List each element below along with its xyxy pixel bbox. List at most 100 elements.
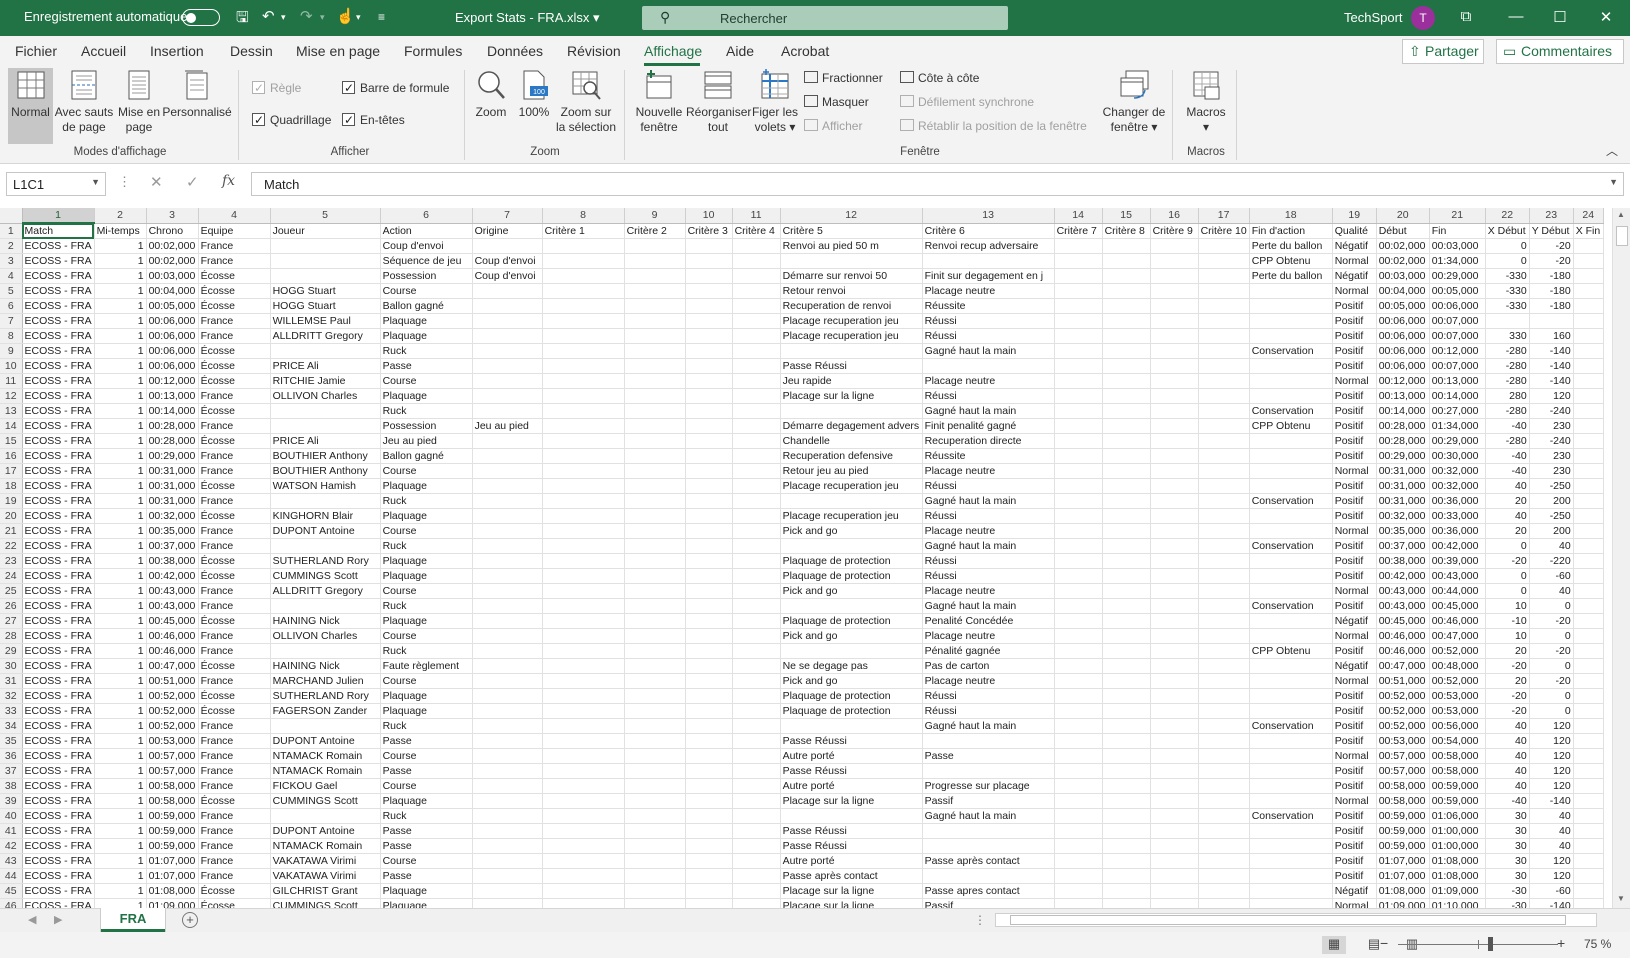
cell[interactable]: 00:31,000 (1376, 478, 1430, 494)
cell[interactable]: 01:07,000 (1376, 868, 1430, 884)
cell[interactable] (1573, 778, 1604, 794)
cell[interactable]: 00:51,000 (1376, 673, 1430, 689)
cell[interactable] (1054, 748, 1103, 764)
cell[interactable]: 01:07,000 (146, 868, 199, 884)
cell[interactable]: -40 (1485, 418, 1530, 434)
cell[interactable] (1102, 253, 1151, 269)
cell[interactable] (1573, 703, 1604, 719)
cell[interactable]: NTAMACK Romain (270, 748, 381, 764)
name-box-dropdown-icon[interactable]: ▼ (91, 177, 100, 187)
cell[interactable]: 00:58,000 (1429, 748, 1486, 764)
formula-bar-checkbox[interactable]: Barre de formule (342, 79, 449, 97)
cell[interactable]: CPP Obtenu (1249, 643, 1333, 659)
cell[interactable] (732, 583, 781, 599)
cell[interactable] (624, 238, 686, 254)
tab-acrobat[interactable]: Acrobat (781, 43, 829, 59)
cell[interactable]: Plaquage de protection (780, 553, 923, 569)
cell[interactable] (1150, 883, 1199, 899)
cell[interactable]: France (198, 643, 271, 659)
cell[interactable]: Conservation (1249, 718, 1333, 734)
cell[interactable] (1150, 373, 1199, 389)
file-name[interactable]: Export Stats - FRA.xlsx ▾ (455, 10, 600, 26)
cell[interactable] (685, 643, 733, 659)
cell[interactable] (624, 388, 686, 404)
cell[interactable]: Ne se degage pas (780, 658, 923, 674)
cell[interactable]: Normal (1332, 253, 1377, 269)
cell[interactable]: Gagné haut la main (922, 493, 1055, 509)
cell[interactable] (1573, 898, 1604, 908)
unhide-window-button[interactable]: Afficher (804, 117, 862, 135)
cell[interactable]: 00:52,000 (146, 703, 199, 719)
cell[interactable]: 200 (1529, 523, 1574, 539)
cell[interactable] (472, 868, 543, 884)
cell[interactable]: Placage neutre (922, 583, 1055, 599)
cell[interactable] (732, 748, 781, 764)
cell[interactable] (1102, 508, 1151, 524)
cell[interactable] (1249, 463, 1333, 479)
cell[interactable] (685, 808, 733, 824)
cell[interactable] (1573, 853, 1604, 869)
cell[interactable] (624, 283, 686, 299)
cell[interactable] (624, 808, 686, 824)
cell[interactable] (472, 733, 543, 749)
cell[interactable] (542, 343, 625, 359)
cell[interactable]: 00:58,000 (1376, 793, 1430, 809)
cell[interactable]: 230 (1529, 418, 1574, 434)
cell[interactable]: ECOSS - FRA (22, 283, 95, 299)
close-icon[interactable]: ✕ (1596, 8, 1616, 26)
cell[interactable]: 00:13,000 (1429, 373, 1486, 389)
cell[interactable]: Passe (380, 733, 473, 749)
cell[interactable]: France (198, 853, 271, 869)
row-header[interactable]: 43 (0, 853, 23, 869)
cell[interactable]: Passe après contact (780, 868, 923, 884)
cell[interactable]: -20 (1485, 688, 1530, 704)
cell[interactable]: Réussi (922, 388, 1055, 404)
cell[interactable]: Réussi (922, 328, 1055, 344)
cell[interactable] (1249, 853, 1333, 869)
cell[interactable]: 01:34,000 (1429, 418, 1486, 434)
cell[interactable] (922, 358, 1055, 374)
row-header[interactable]: 36 (0, 748, 23, 764)
row-header[interactable]: 25 (0, 583, 23, 599)
cell[interactable] (1150, 538, 1199, 554)
cell[interactable]: ECOSS - FRA (22, 613, 95, 629)
cell[interactable]: Critère 7 (1054, 223, 1103, 239)
page-layout-button[interactable]: Mise en page (114, 68, 164, 135)
cell[interactable]: Normal (1332, 628, 1377, 644)
cell[interactable] (1150, 418, 1199, 434)
cell[interactable] (542, 868, 625, 884)
cell[interactable] (542, 853, 625, 869)
cell[interactable] (1573, 628, 1604, 644)
cell[interactable] (1102, 838, 1151, 854)
cell[interactable] (624, 763, 686, 779)
cell[interactable] (685, 598, 733, 614)
cell[interactable] (1102, 433, 1151, 449)
cell[interactable]: RITCHIE Jamie (270, 373, 381, 389)
cell[interactable] (1198, 613, 1250, 629)
cell[interactable]: ECOSS - FRA (22, 808, 95, 824)
cell[interactable]: 00:46,000 (1376, 643, 1430, 659)
cell[interactable] (270, 808, 381, 824)
cell[interactable]: 0 (1485, 253, 1530, 269)
cell[interactable] (685, 853, 733, 869)
cell[interactable] (685, 463, 733, 479)
cell[interactable] (685, 448, 733, 464)
cell[interactable] (732, 808, 781, 824)
cell[interactable]: 00:06,000 (146, 343, 199, 359)
row-header[interactable]: 37 (0, 763, 23, 779)
cell[interactable] (542, 373, 625, 389)
cell[interactable]: 00:48,000 (1429, 658, 1486, 674)
cell[interactable]: Course (380, 673, 473, 689)
cell[interactable]: Placage sur la ligne (780, 793, 923, 809)
cell[interactable]: Plaquage (380, 898, 473, 908)
cell[interactable]: Penalité Concédée (922, 613, 1055, 629)
cell[interactable]: 1 (94, 793, 147, 809)
cell[interactable] (685, 388, 733, 404)
cell[interactable]: ECOSS - FRA (22, 373, 95, 389)
cell[interactable] (922, 253, 1055, 269)
column-header[interactable]: 3 (146, 208, 199, 224)
cell[interactable] (685, 523, 733, 539)
cell[interactable]: Placage recuperation jeu (780, 313, 923, 329)
tab-revision[interactable]: Révision (567, 43, 621, 59)
cell[interactable] (685, 568, 733, 584)
